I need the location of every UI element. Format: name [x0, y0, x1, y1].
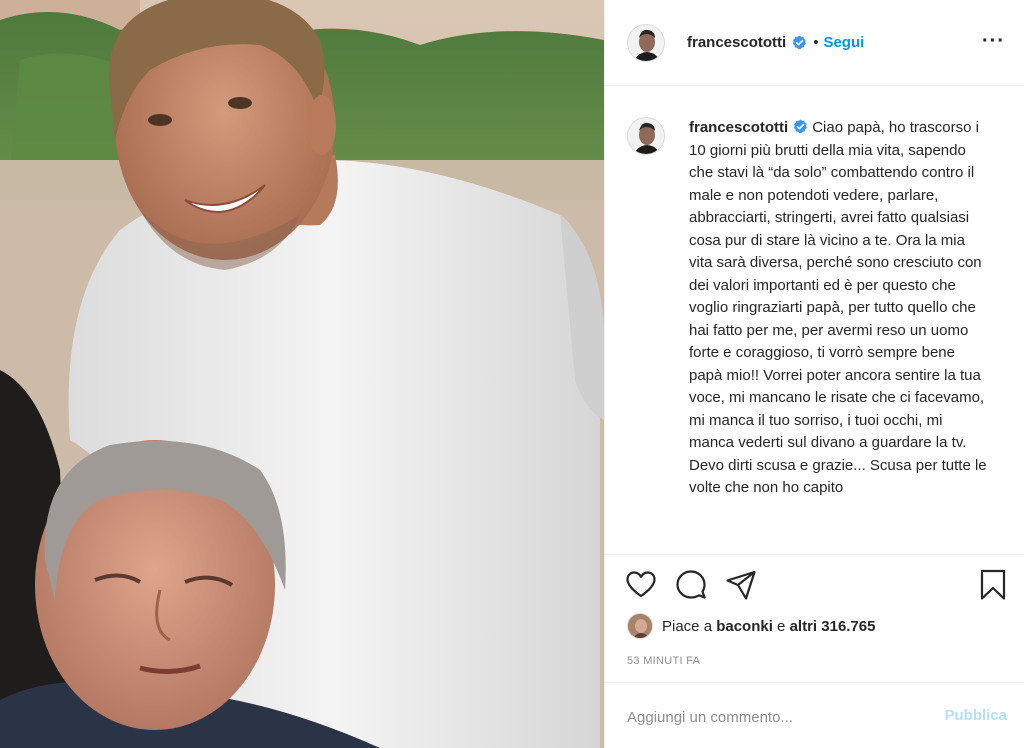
profile-picture-icon — [628, 24, 664, 61]
post-side-panel: francescototti • Segui ··· francescotott… — [604, 0, 1024, 748]
likes-text: Piace a baconki e altri 316.765 — [662, 618, 875, 635]
avatar[interactable] — [627, 23, 665, 62]
share-button[interactable] — [725, 569, 757, 601]
verified-badge-icon — [792, 35, 807, 50]
likes-summary: Piace a baconki e altri 316.765 — [627, 613, 875, 639]
comment-bubble-icon — [676, 570, 706, 599]
post-actions: Piace a baconki e altri 316.765 53 MINUT… — [605, 554, 1024, 682]
save-button[interactable] — [979, 569, 1007, 601]
separator-dot: • — [813, 34, 819, 51]
caption-scroll-area[interactable]: francescototti Ciao papà, ho trascorso i… — [605, 87, 1024, 553]
post-photo-illustration — [0, 0, 604, 748]
post-header: francescototti • Segui ··· — [605, 0, 1024, 86]
likes-count-link[interactable]: altri 316.765 — [790, 618, 876, 635]
liker-profile-icon — [628, 614, 652, 638]
verified-badge-icon — [793, 119, 808, 134]
more-options-icon[interactable]: ··· — [982, 30, 1005, 53]
bookmark-icon — [980, 569, 1006, 600]
follow-button[interactable]: Segui — [823, 34, 864, 51]
caption-text: francescototti Ciao papà, ho trascorso i… — [689, 117, 989, 500]
publish-button[interactable]: Pubblica — [944, 707, 1007, 724]
paper-plane-icon — [726, 570, 756, 600]
profile-picture-icon — [628, 118, 664, 154]
heart-icon — [626, 571, 656, 598]
post-photo[interactable] — [0, 0, 604, 748]
likes-prefix: Piace a — [662, 617, 717, 635]
caption-username-link[interactable]: francescototti — [689, 119, 788, 136]
caption-avatar[interactable] — [627, 117, 665, 155]
caption-body: Ciao papà, ho trascorso i 10 giorni più … — [689, 119, 987, 496]
post-timestamp[interactable]: 53 MINUTI FA — [627, 655, 700, 667]
username-link[interactable]: francescototti — [687, 34, 786, 51]
comment-button[interactable] — [675, 569, 707, 601]
comment-input[interactable] — [627, 705, 927, 729]
comment-box: Pubblica — [605, 682, 1024, 748]
liker-username-link[interactable]: baconki — [716, 618, 773, 635]
likes-middle: e — [772, 617, 790, 635]
liker-avatar[interactable] — [627, 613, 653, 639]
like-button[interactable] — [625, 569, 657, 601]
